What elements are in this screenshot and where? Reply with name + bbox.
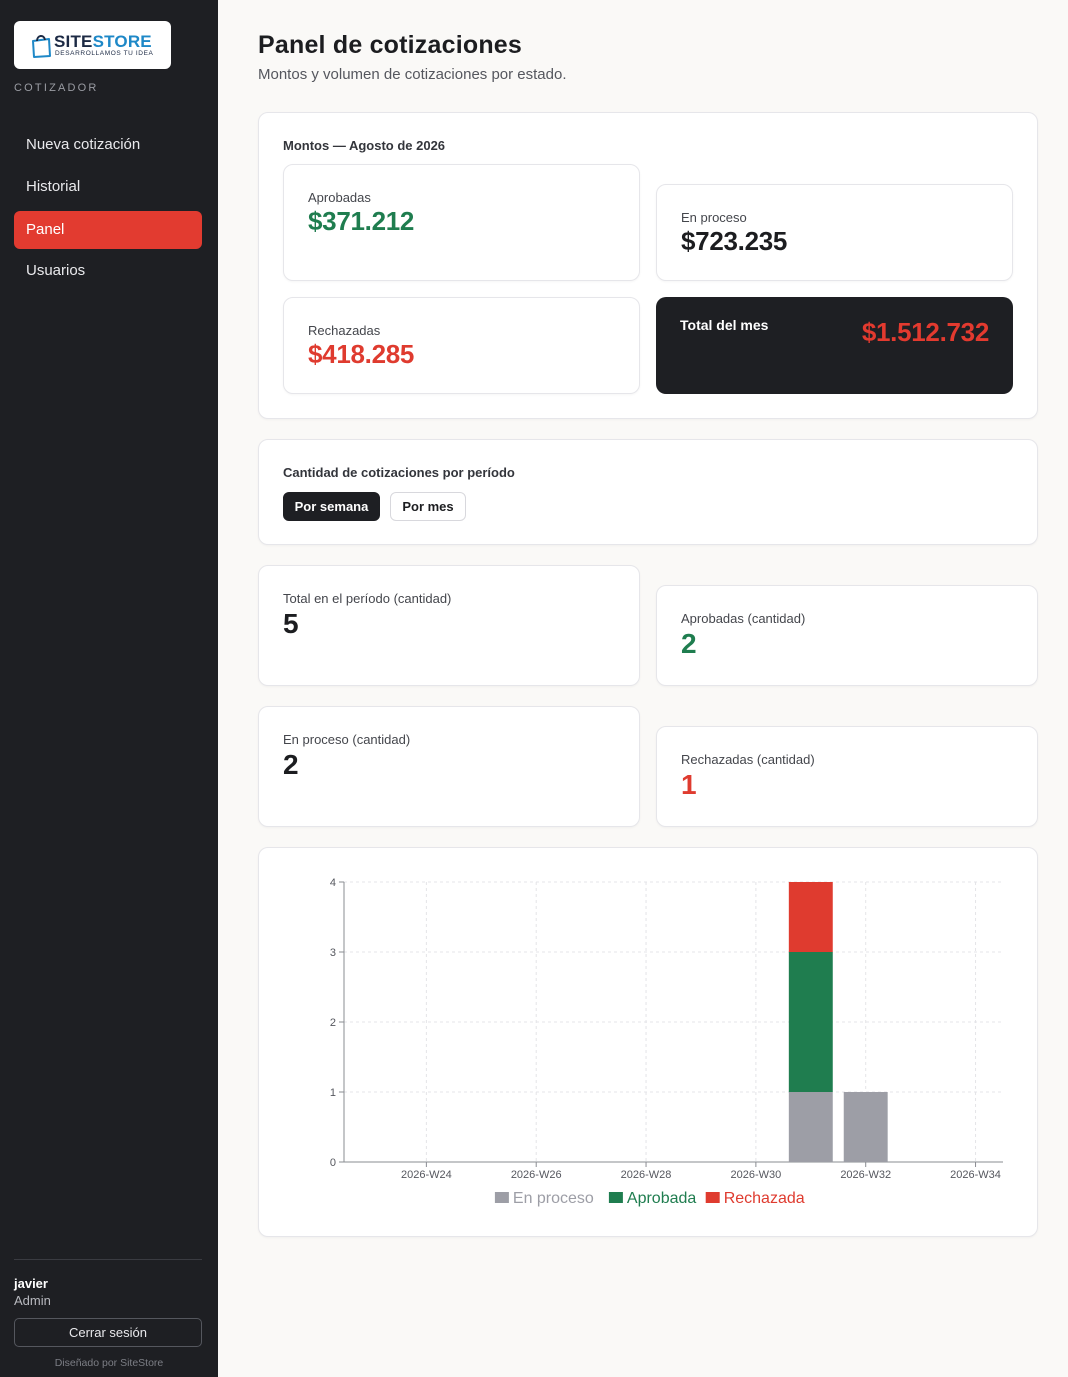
rejected-count-card: Rechazadas (cantidad) 1	[656, 726, 1038, 827]
bar-en-proceso-2026-w31	[788, 1092, 833, 1162]
rejected-amount-value: $418.285	[308, 339, 415, 369]
x-tick-label: 2026-W26	[511, 1169, 562, 1181]
chart-card: 0 1 2 3 4 2026-W24 2026-W26 2026-W28 2026-W30 202…	[258, 847, 1038, 1237]
rejected-count-label: Rechazadas (cantidad)	[681, 752, 815, 767]
sidebar-item-label: Usuarios	[26, 262, 86, 279]
sidebar-item-panel[interactable]: Panel	[14, 211, 202, 249]
approved-count-card: Aprobadas (cantidad) 2	[656, 585, 1038, 686]
amounts-card: Montos — Agosto de 2026 Aprobadas $371.2…	[258, 112, 1038, 419]
logo-tagline: DESARROLLAMOS TU IDEA	[55, 50, 154, 57]
total-count-card: Total en el período (cantidad) 5	[258, 565, 640, 686]
x-tick-label: 2026-W34	[950, 1169, 1001, 1181]
total-month-card: Total del mes $1.512.732	[656, 297, 1013, 394]
x-tick-label: 2026-W28	[621, 1169, 672, 1181]
logout-button[interactable]: Cerrar sesión	[14, 1318, 202, 1347]
total-month-label: Total del mes	[680, 317, 769, 333]
legend-swatch	[608, 1192, 623, 1203]
legend-label: Rechazada	[724, 1190, 805, 1207]
in-process-count-label: En proceso (cantidad)	[283, 732, 411, 747]
sidebar-item-label: Nueva cotización	[26, 136, 141, 153]
sidebar-item-nueva-cotizacion[interactable]: Nueva cotización	[14, 126, 202, 164]
rejected-count-value: 1	[681, 769, 697, 800]
by-week-button[interactable]: Por semana	[283, 492, 380, 521]
in-process-amount-value: $723.235	[681, 226, 788, 256]
in-process-amount-label: En proceso	[681, 210, 747, 225]
brand-logo[interactable]: SITESTORE DESARROLLAMOS TU IDEA	[14, 21, 171, 69]
y-tick-label: 1	[330, 1087, 336, 1099]
legend-swatch	[705, 1192, 720, 1203]
rejected-amount-card: Rechazadas $418.285	[283, 297, 640, 394]
rejected-amount-label: Rechazadas	[308, 323, 381, 338]
sidebar-item-label: Panel	[26, 221, 65, 238]
sidebar-item-label: Historial	[26, 178, 81, 195]
y-tick-label: 2	[330, 1017, 336, 1029]
page-subtitle: Montos y volumen de cotizaciones por est…	[258, 66, 567, 83]
amounts-section-title: Montos — Agosto de 2026	[283, 138, 446, 153]
x-tick-label: 2026-W24	[401, 1169, 452, 1181]
in-process-count-card: En proceso (cantidad) 2	[258, 706, 640, 827]
legend-label: En proceso	[513, 1190, 594, 1207]
x-tick-label: 2026-W30	[730, 1169, 781, 1181]
period-card: Cantidad de cotizaciones por período Por…	[258, 439, 1038, 545]
in-process-amount-card: En proceso $723.235	[656, 184, 1013, 281]
total-month-value: $1.512.732	[861, 317, 989, 347]
shopping-bag-icon	[32, 35, 51, 58]
bar-aprobada-2026-w31	[788, 952, 833, 1092]
sidebar-item-usuarios[interactable]: Usuarios	[14, 252, 202, 290]
sidebar-caption: COTIZADOR	[14, 82, 99, 94]
weekly-status-chart: 0 1 2 3 4 2026-W24 2026-W26 2026-W28 2026-W30 202…	[330, 877, 1003, 1207]
approved-count-value: 2	[681, 628, 697, 659]
x-tick-label: 2026-W32	[840, 1169, 891, 1181]
credit-text: Diseñado por SiteStore	[54, 1357, 164, 1369]
y-tick-label: 3	[330, 947, 336, 959]
user-name: javier	[14, 1276, 48, 1291]
in-process-count-value: 2	[283, 749, 299, 780]
approved-count-label: Aprobadas (cantidad)	[681, 611, 806, 626]
page-title: Panel de cotizaciones	[258, 31, 523, 59]
sidebar-divider	[14, 1259, 202, 1260]
legend-swatch	[494, 1192, 509, 1203]
approved-amount-label: Aprobadas	[308, 190, 371, 205]
total-count-value: 5	[283, 608, 299, 639]
sidebar: SITESTORE DESARROLLAMOS TU IDEA COTIZADO…	[0, 0, 218, 1377]
total-count-label: Total en el período (cantidad)	[283, 591, 452, 606]
by-month-button[interactable]: Por mes	[390, 492, 466, 521]
period-section-title: Cantidad de cotizaciones por período	[283, 465, 515, 480]
y-tick-label: 0	[330, 1157, 336, 1169]
approved-amount-card: Aprobadas $371.212	[283, 164, 640, 281]
y-tick-label: 4	[330, 877, 336, 889]
sidebar-item-historial[interactable]: Historial	[14, 168, 202, 206]
legend-label: Aprobada	[627, 1190, 696, 1207]
approved-amount-value: $371.212	[308, 206, 415, 236]
bar-rechazada-2026-w31	[788, 882, 833, 952]
bar-en-proceso-2026-w32	[843, 1092, 888, 1162]
logo-wordmark: SITESTORE	[54, 32, 152, 51]
user-role: Admin	[14, 1293, 51, 1308]
